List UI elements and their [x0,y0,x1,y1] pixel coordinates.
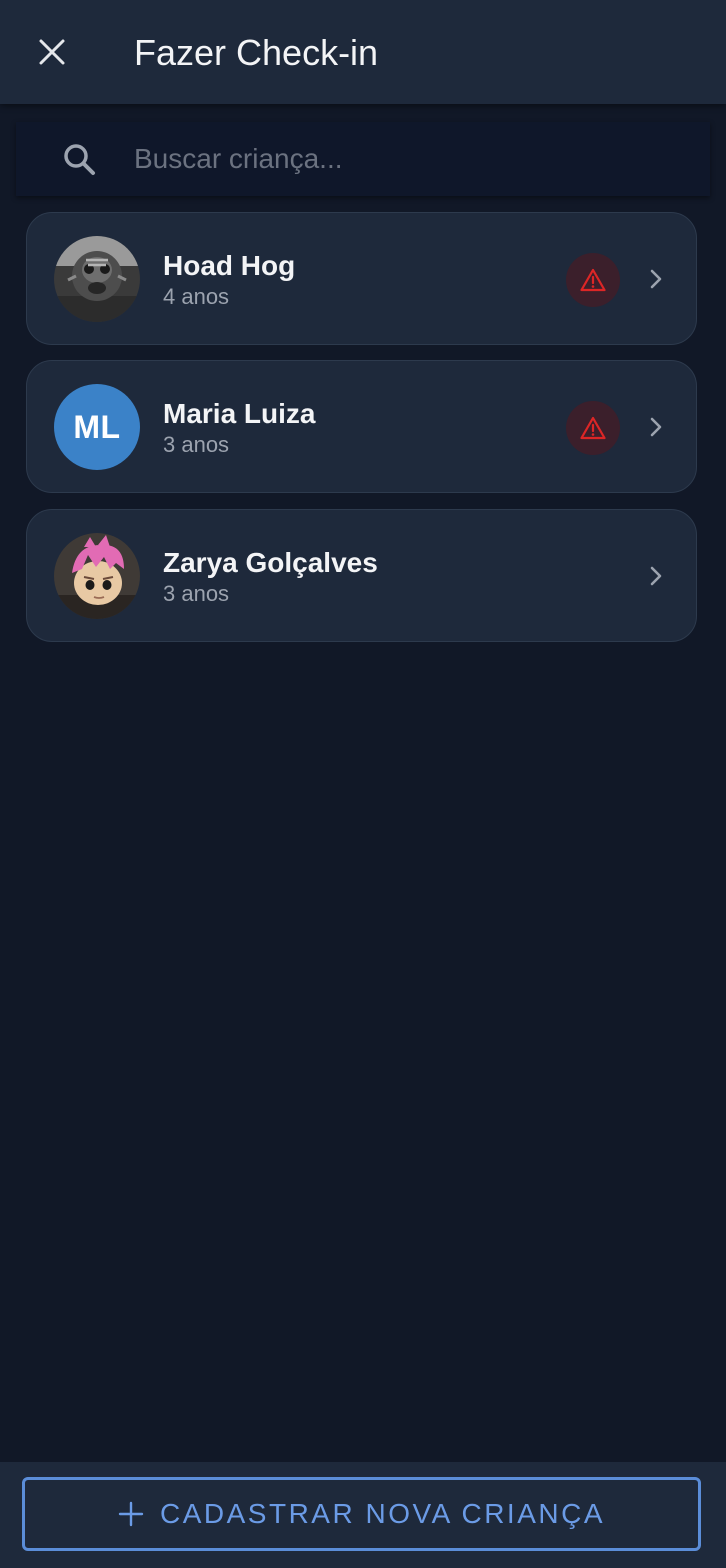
warning-icon [580,268,606,292]
add-child-button[interactable]: CADASTRAR NOVA CRIANÇA [22,1477,701,1551]
avatar-initials: ML [54,384,140,470]
search-icon [64,144,95,175]
close-icon [39,39,65,65]
alert-badge[interactable] [566,253,620,307]
warning-icon [580,416,606,440]
child-name: Hoad Hog [163,250,296,281]
child-card-zarya-golcalves[interactable]: Zarya Golçalves 3 anos [26,509,697,642]
search-bar [16,122,710,196]
chevron-right-icon [643,560,669,592]
page-title: Fazer Check-in [134,32,379,73]
add-child-label: CADASTRAR NOVA CRIANÇA [160,1498,605,1529]
alert-badge[interactable] [566,401,620,455]
avatar [54,236,140,322]
child-age: 3 anos [163,432,230,457]
child-card-hoad-hog[interactable]: Hoad Hog 4 anos [26,212,697,345]
close-button[interactable] [30,30,74,74]
child-card-maria-luiza[interactable]: ML Maria Luiza 3 anos [26,360,697,493]
avatar [54,533,140,619]
footer-bar: CADASTRAR NOVA CRIANÇA [0,1462,726,1568]
search-input[interactable] [118,136,678,182]
plus-icon [118,1501,144,1527]
child-name: Maria Luiza [163,398,316,429]
chevron-right-icon [643,411,669,443]
child-age: 4 anos [163,284,230,309]
checkin-screen: Fazer Check-in Hoad Hog 4 ano [0,0,726,1568]
child-age: 3 anos [163,581,230,606]
chevron-right-icon [643,263,669,295]
child-name: Zarya Golçalves [163,547,378,578]
app-header: Fazer Check-in [0,0,726,104]
